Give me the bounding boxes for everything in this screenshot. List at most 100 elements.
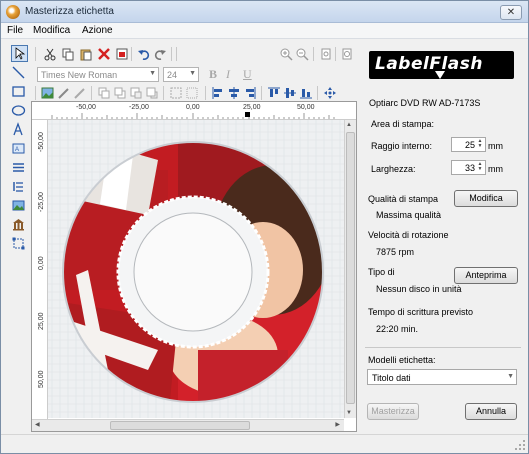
group-icon[interactable]	[169, 86, 183, 100]
scroll-left-icon[interactable]: ◀	[35, 421, 40, 428]
menu-azione[interactable]: Azione	[82, 25, 113, 36]
spin-arrows-icon[interactable]: ▲ ▼	[476, 139, 484, 150]
modify-button[interactable]: Modifica	[454, 190, 518, 207]
underline-button[interactable]: U	[243, 67, 252, 82]
undo-icon[interactable]	[137, 47, 151, 61]
menu-file[interactable]: File	[7, 25, 23, 36]
scroll-down-icon[interactable]: ▼	[346, 410, 352, 416]
pen-icon[interactable]	[57, 86, 71, 100]
text-box-tool-icon[interactable]: A	[11, 141, 28, 158]
ruler-label: 25,00	[38, 312, 45, 330]
zoom-out-icon[interactable]	[295, 47, 309, 61]
template-value: Titolo dati	[372, 373, 411, 383]
ellipse-tool-icon[interactable]	[11, 103, 28, 120]
zoom-in-icon[interactable]	[279, 47, 293, 61]
template-heading: Modelli etichetta:	[368, 355, 436, 365]
background-tool-icon[interactable]	[11, 217, 28, 234]
burn-button[interactable]: Masterizza	[367, 403, 419, 420]
scroll-thumb[interactable]	[346, 132, 355, 404]
width-unit: mm	[488, 164, 503, 174]
line-tool-icon[interactable]	[11, 65, 28, 82]
menu-modifica[interactable]: Modifica	[33, 25, 70, 36]
disc-type-value: Nessun disco in unità	[376, 284, 462, 294]
tool-palette: A	[7, 43, 31, 250]
rectangle-tool-icon[interactable]	[11, 84, 28, 101]
bold-button[interactable]: B	[209, 67, 217, 82]
paragraph-tool-icon[interactable]	[11, 160, 28, 177]
ungroup-icon[interactable]	[185, 86, 199, 100]
image-edit-icon[interactable]	[41, 86, 55, 100]
cut-icon[interactable]	[43, 47, 57, 61]
center-on-disc-icon[interactable]	[323, 86, 337, 100]
resize-grip-icon[interactable]	[514, 439, 526, 451]
close-button[interactable]: ✕	[500, 5, 522, 20]
toolbar-separator	[35, 86, 36, 100]
center-marker	[245, 112, 250, 117]
pointer-tool-icon[interactable]	[11, 45, 28, 62]
font-size-value: 24	[167, 70, 178, 80]
disc-workarea[interactable]	[48, 120, 344, 418]
font-name-select[interactable]: Times New Roman ▼	[37, 67, 159, 82]
logo-text: LabelFlash	[375, 54, 483, 74]
scroll-up-icon[interactable]: ▲	[346, 122, 352, 128]
scroll-thumb[interactable]	[110, 421, 250, 430]
ruler-label: 50,00	[38, 370, 45, 388]
horizontal-ruler: -50,00 -25,00 0,00 25,00 50,00	[32, 102, 356, 120]
ruler-label: -25,00	[38, 192, 45, 212]
backward-icon[interactable]	[145, 86, 159, 100]
preview-button[interactable]: Anteprima	[454, 267, 518, 284]
redo-icon[interactable]	[153, 47, 167, 61]
bring-front-icon[interactable]	[97, 86, 111, 100]
fit-page-icon[interactable]	[319, 47, 333, 61]
align-top-icon[interactable]	[267, 86, 281, 100]
toolbar-separator	[35, 47, 36, 61]
properties-icon[interactable]	[115, 47, 129, 61]
panel-divider	[365, 347, 521, 348]
font-size-select[interactable]: 24 ▼	[163, 67, 199, 82]
labelflash-logo: LabelFlash	[369, 51, 514, 79]
paste-icon[interactable]	[79, 47, 93, 61]
speed-value: 7875 rpm	[376, 247, 415, 257]
transform-tool-icon[interactable]	[11, 236, 28, 253]
quality-heading: Qualità di stampa	[368, 194, 439, 204]
align-right-icon[interactable]	[243, 86, 257, 100]
send-back-icon[interactable]	[113, 86, 127, 100]
toolbar-separator	[171, 47, 172, 61]
copy-icon[interactable]	[61, 47, 75, 61]
brush-icon[interactable]	[73, 86, 87, 100]
text-tool-icon[interactable]	[11, 122, 28, 139]
inner-radius-input[interactable]: 25 ▲ ▼	[451, 137, 486, 152]
logo-v-icon	[435, 71, 445, 79]
window-title: Masterizza etichetta	[25, 6, 114, 17]
disc-type-heading: Tipo di	[368, 267, 395, 277]
list-tool-icon[interactable]	[11, 179, 28, 196]
time-heading: Tempo di scrittura previsto	[368, 307, 474, 317]
toolbar-separator	[317, 86, 318, 100]
toolbar-row-3	[35, 83, 355, 103]
toolbar-separator	[163, 86, 164, 100]
label-canvas: -50,00 -25,00 0,00 25,00 50,00 -50,00 -2…	[31, 101, 357, 432]
inner-radius-value: 25	[464, 140, 475, 150]
horizontal-scrollbar[interactable]: ◀ ▶	[32, 419, 344, 431]
inner-radius-unit: mm	[488, 141, 503, 151]
forward-icon[interactable]	[129, 86, 143, 100]
align-center-icon[interactable]	[227, 86, 241, 100]
align-bottom-icon[interactable]	[299, 86, 313, 100]
spin-arrows-icon[interactable]: ▲ ▼	[476, 162, 484, 173]
toolbar-separator	[91, 86, 92, 100]
scroll-right-icon[interactable]: ▶	[335, 421, 340, 428]
disc-label-preview[interactable]	[48, 120, 344, 418]
ruler-label: -50,00	[38, 132, 45, 152]
chevron-down-icon: ▼	[189, 70, 196, 77]
cancel-button[interactable]: Annulla	[465, 403, 517, 420]
actual-size-icon[interactable]	[340, 47, 354, 61]
width-input[interactable]: 33 ▲ ▼	[451, 160, 486, 175]
template-select[interactable]: Titolo dati ▼	[367, 369, 517, 385]
align-left-icon[interactable]	[211, 86, 225, 100]
align-middle-icon[interactable]	[283, 86, 297, 100]
vertical-scrollbar[interactable]: ▲ ▼	[344, 120, 356, 418]
image-tool-icon[interactable]	[11, 198, 28, 215]
ruler-ticks	[51, 113, 335, 119]
italic-button[interactable]: I	[226, 67, 230, 82]
delete-icon[interactable]	[97, 47, 111, 61]
